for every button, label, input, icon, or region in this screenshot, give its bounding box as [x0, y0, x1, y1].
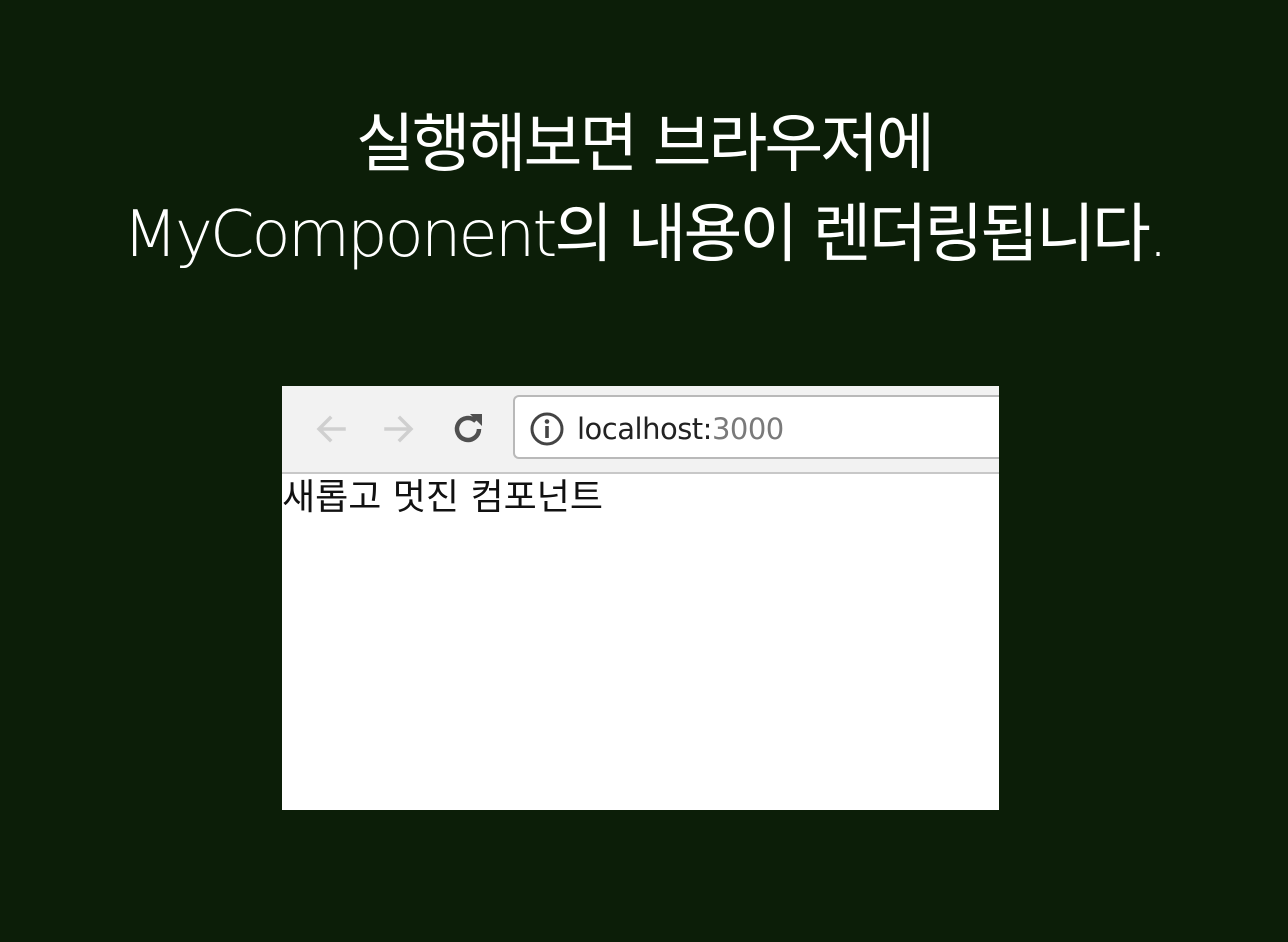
caption-line-2: MyComponent의 내용이 렌더링됩니다.	[122, 198, 1169, 272]
info-icon[interactable]	[529, 411, 565, 447]
url-port: 3000	[711, 412, 784, 446]
arrow-right-icon	[384, 415, 414, 443]
slide-caption: 실행해보면 브라우저에 MyComponent의 내용이 렌더링됩니다.	[0, 100, 1288, 280]
reload-button[interactable]	[445, 406, 491, 452]
back-button[interactable]	[308, 406, 354, 452]
caption-line-1: 실행해보면 브라우저에	[355, 108, 935, 182]
page-content: 새롭고 멋진 컴포넌트	[282, 474, 999, 810]
url-host: localhost:	[577, 412, 712, 446]
arrow-left-icon	[316, 415, 346, 443]
browser-window: localhost:3000 새롭고 멋진 컴포넌트	[282, 386, 999, 810]
reload-icon	[454, 414, 482, 443]
address-bar[interactable]: localhost:3000	[513, 395, 999, 459]
url-text[interactable]: localhost:3000	[577, 409, 784, 449]
forward-button[interactable]	[376, 406, 422, 452]
browser-toolbar: localhost:3000	[282, 386, 999, 474]
rendered-component-text: 새롭고 멋진 컴포넌트	[282, 477, 603, 518]
